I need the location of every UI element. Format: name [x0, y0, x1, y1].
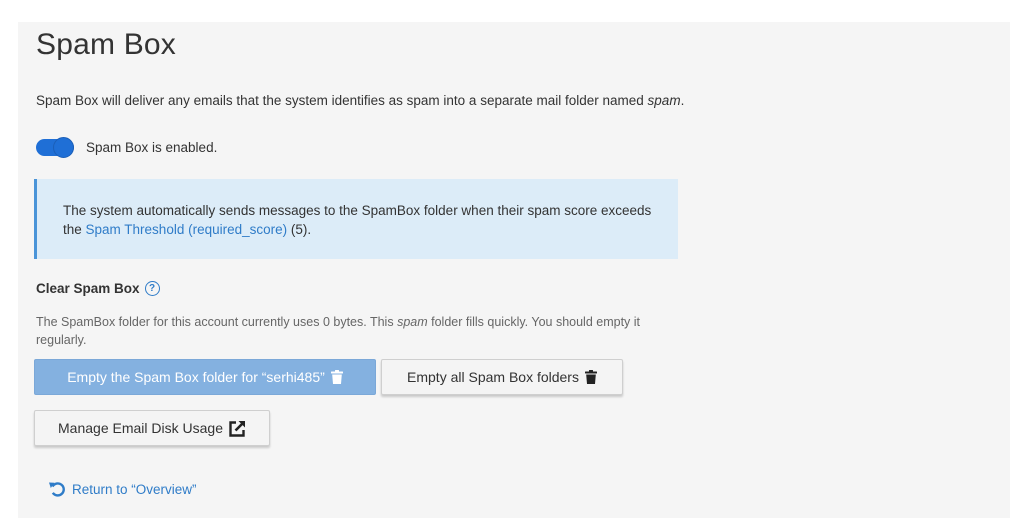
info-alert: The system automatically sends messages … [34, 179, 678, 259]
clear-spam-box-heading: Clear Spam Box ? [36, 281, 160, 296]
empty-user-spam-button[interactable]: Empty the Spam Box folder for “serhi485” [34, 359, 376, 395]
usage-folder-name: spam [397, 315, 428, 329]
description-suffix: . [680, 93, 685, 108]
page-title: Spam Box [36, 28, 176, 61]
manage-disk-usage-button[interactable]: Manage Email Disk Usage [34, 410, 270, 446]
usage-description: The SpamBox folder for this account curr… [36, 313, 676, 349]
spam-threshold-link[interactable]: Spam Threshold (required_score) [86, 222, 288, 237]
clear-spam-box-title: Clear Spam Box [36, 281, 140, 296]
toggle-label: Spam Box is enabled. [86, 139, 218, 155]
manage-disk-usage-label: Manage Email Disk Usage [58, 420, 223, 436]
description-prefix: Spam Box will deliver any emails that th… [36, 93, 648, 108]
alert-text: The system automatically sends messages … [63, 201, 663, 239]
empty-user-spam-label: Empty the Spam Box folder for “serhi485” [67, 369, 325, 385]
spam-box-toggle[interactable] [36, 136, 74, 158]
description-folder-name: spam [647, 93, 681, 108]
spam-box-toggle-row: Spam Box is enabled. [36, 136, 217, 158]
alert-text-after: (5). [287, 222, 312, 237]
toggle-knob [53, 136, 74, 158]
trash-icon [584, 370, 597, 384]
question-circle-icon[interactable]: ? [144, 281, 160, 296]
external-link-icon [229, 420, 245, 437]
return-to-overview-link[interactable]: Return to “Overview” [48, 480, 197, 498]
usage-prefix: The SpamBox folder for this account curr… [36, 315, 398, 329]
return-link-label: Return to “Overview” [72, 481, 197, 497]
empty-all-spam-label: Empty all Spam Box folders [407, 369, 579, 385]
undo-icon [49, 482, 65, 497]
page-description: Spam Box will deliver any emails that th… [36, 93, 684, 108]
empty-all-spam-button[interactable]: Empty all Spam Box folders [381, 359, 623, 395]
trash-icon [330, 370, 343, 384]
